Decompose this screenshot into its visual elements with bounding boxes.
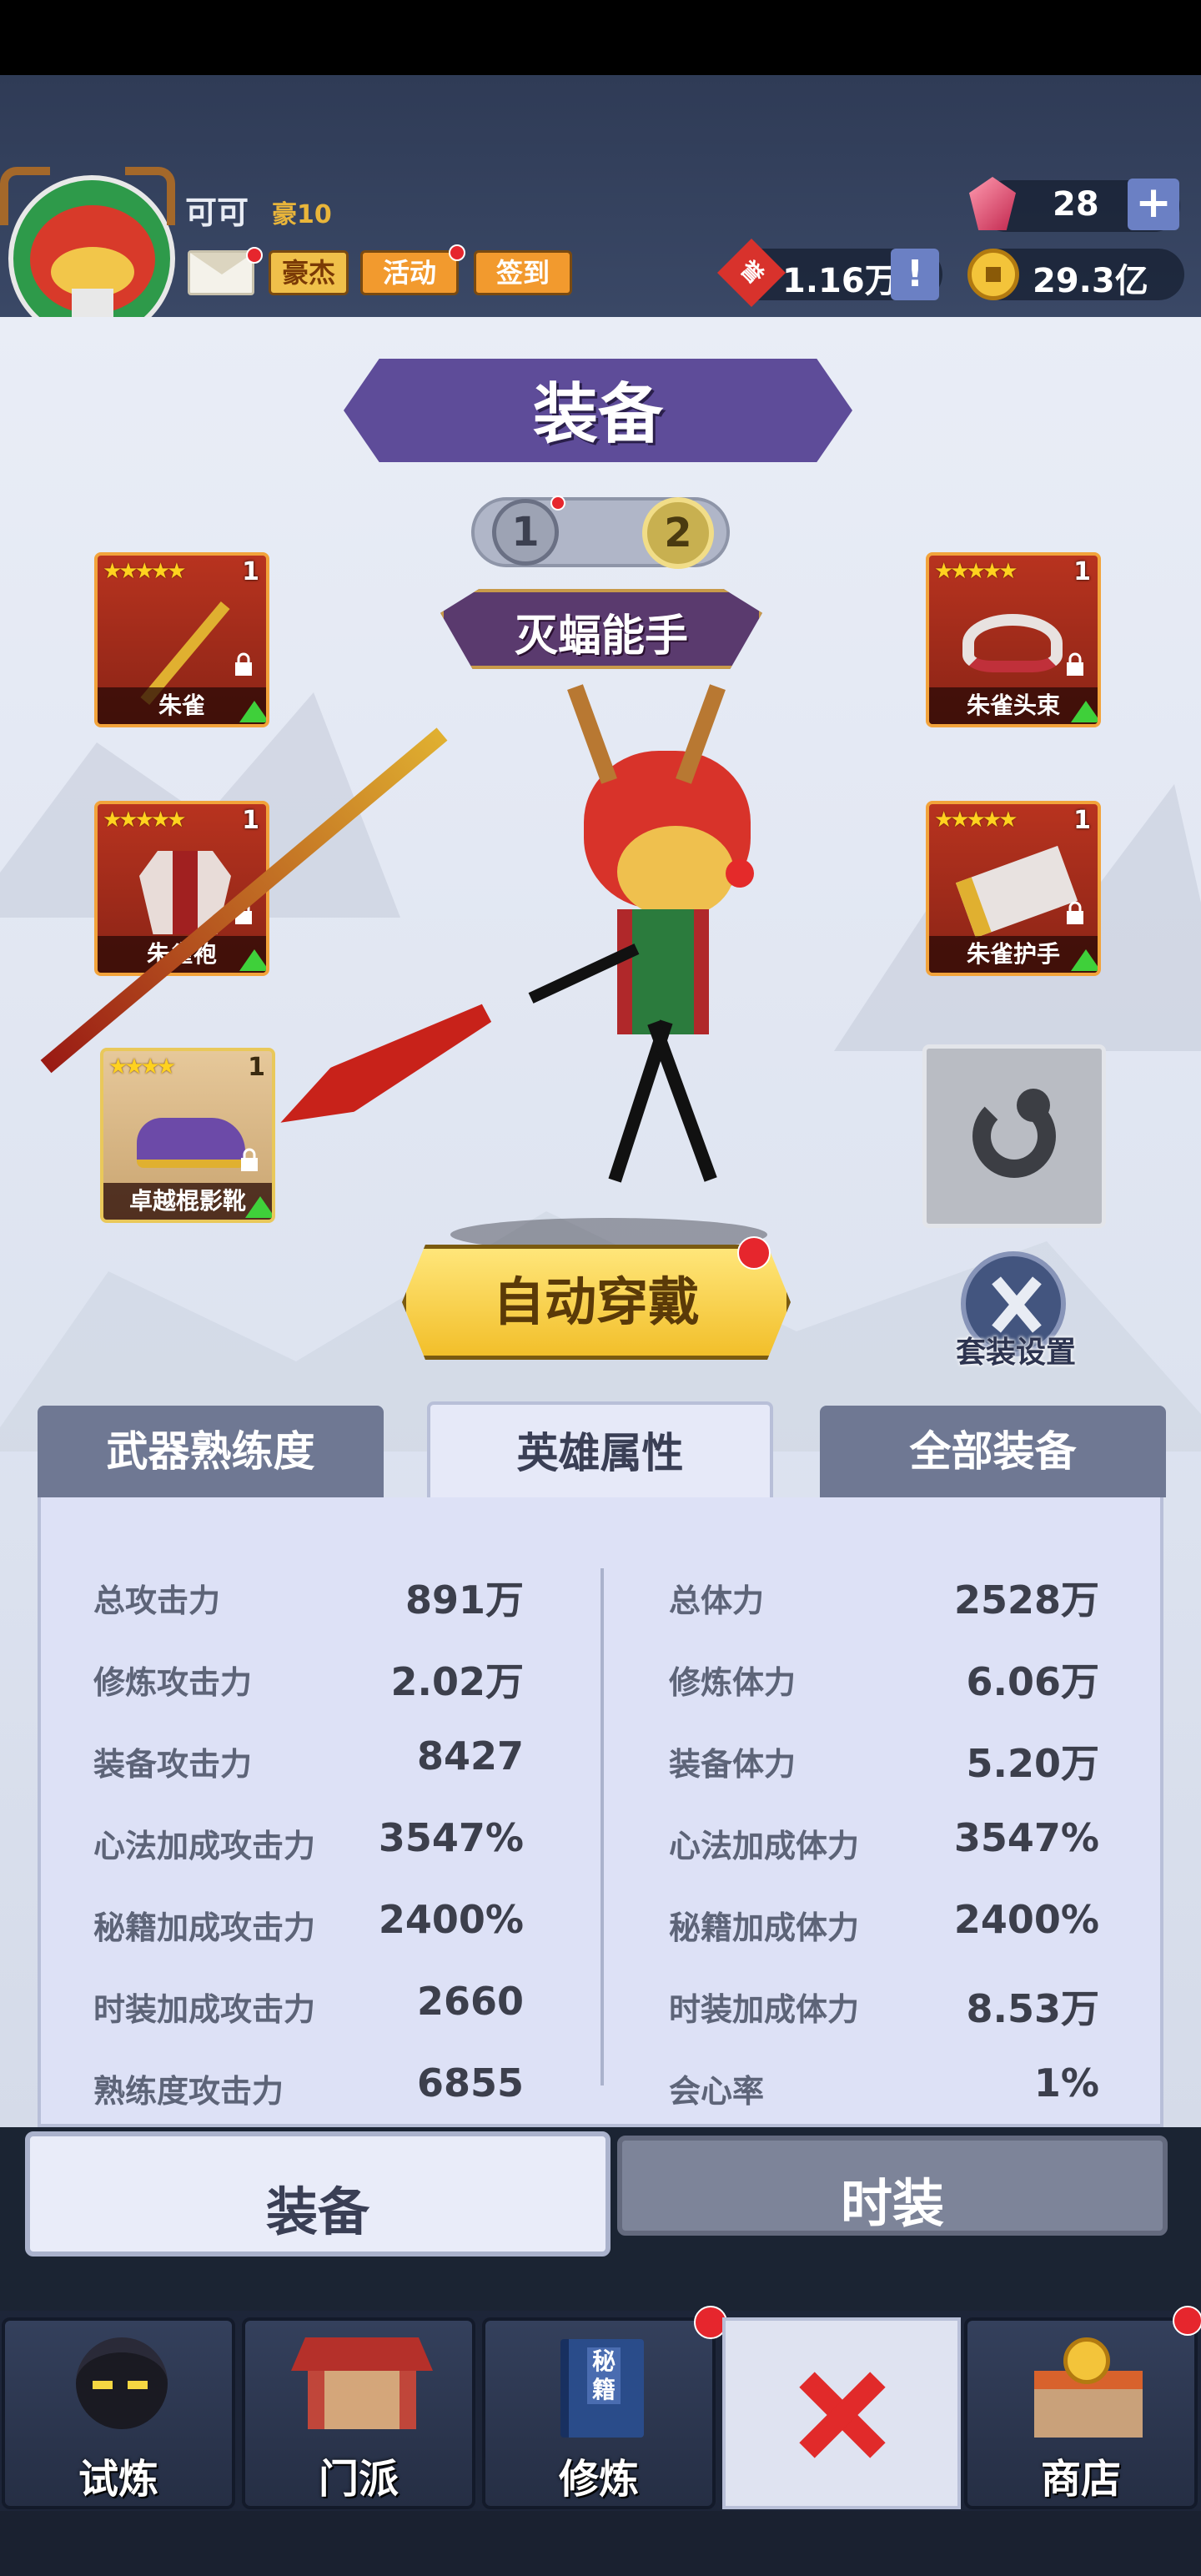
upgrade-arrow-icon: [239, 701, 266, 722]
stat-label: 会心率: [669, 2073, 765, 2110]
nav-equipment-active[interactable]: [722, 2317, 961, 2509]
lock-icon: [235, 652, 252, 676]
stat-label: 秘籍加成攻击力: [93, 1909, 316, 1946]
coin-sign-icon: [1063, 2337, 1110, 2384]
equipment-tab-label: 装备: [265, 2181, 369, 2242]
book-icon: 秘籍: [560, 2339, 644, 2438]
headband-icon: [962, 614, 1063, 672]
loadout-1-dot: [550, 496, 565, 511]
vip-level: 豪10: [272, 200, 332, 229]
checkin-button[interactable]: 签到: [474, 250, 572, 295]
gold-coin-icon: [967, 249, 1019, 300]
antler-icon: [0, 167, 50, 225]
stat-label: 装备攻击力: [93, 1746, 253, 1783]
upgrade-arrow-icon: [1071, 949, 1098, 971]
tab-all-equipment[interactable]: 全部装备: [820, 1406, 1166, 1497]
stat-label: 熟练度攻击力: [93, 2073, 284, 2110]
gems-count: 28: [1053, 185, 1099, 224]
stat-value: 8.53万: [966, 1986, 1100, 2031]
stat-value: 5.20万: [966, 1741, 1100, 1786]
hero-button[interactable]: 豪杰: [269, 250, 349, 295]
upgrade-arrow-icon: [239, 949, 266, 971]
activity-button[interactable]: 活动: [360, 250, 459, 295]
stat-label: 装备体力: [669, 1746, 796, 1783]
stat-value: 6855: [416, 2060, 524, 2106]
nav-bottom-strip: [0, 2511, 1201, 2576]
temple-icon: [291, 2337, 433, 2371]
stat-label: 总体力: [669, 1582, 765, 1619]
shop-notification-dot: [1173, 2306, 1201, 2336]
stat-value: 2660: [416, 1979, 524, 2024]
tab-hero-attributes[interactable]: 英雄属性: [427, 1401, 773, 1502]
empty-slot[interactable]: [922, 1044, 1106, 1228]
auto-equip-button[interactable]: 自动穿戴: [402, 1245, 791, 1360]
stat-value: 2400%: [378, 1897, 524, 1942]
stats-divider: [600, 1568, 604, 2085]
activity-notification-dot: [449, 244, 465, 261]
stat-label: 心法加成体力: [669, 1828, 860, 1864]
nav-sect[interactable]: 门派: [242, 2317, 475, 2509]
add-gems-button[interactable]: +: [1128, 179, 1179, 230]
lock-icon: [1067, 901, 1083, 924]
lock-icon: [241, 1148, 258, 1171]
stat-label: 时装加成攻击力: [93, 1991, 316, 2028]
mail-icon[interactable]: [188, 250, 254, 295]
page-title: 装备: [532, 377, 663, 452]
boots-slot[interactable]: ★★★★ 1 卓越棍影靴: [100, 1048, 275, 1223]
nav-trial[interactable]: 试炼: [2, 2317, 235, 2509]
antler-icon: [125, 167, 175, 225]
upgrade-arrow-icon: [1071, 701, 1098, 722]
stat-value: 1%: [1033, 2060, 1099, 2106]
hero-character: [40, 651, 926, 1251]
player-name: 可可: [185, 194, 249, 231]
gauntlet-icon: [955, 845, 1078, 938]
stat-value: 2.02万: [390, 1659, 525, 1704]
lock-icon: [1067, 652, 1083, 676]
head-slot[interactable]: ★★★★★ 1 朱雀头束: [926, 552, 1101, 727]
stat-label: 修炼体力: [669, 1664, 796, 1701]
mail-notification-dot: [246, 247, 263, 264]
honor-info-button[interactable]: !: [891, 249, 939, 300]
weapon-slot[interactable]: ★★★★★ 1 朱雀: [94, 552, 269, 727]
fashion-tab-label: 时装: [840, 2173, 944, 2234]
stat-label: 时装加成体力: [669, 1991, 860, 2028]
upgrade-arrow-icon: [245, 1196, 272, 1218]
hand-slot[interactable]: ★★★★★ 1 朱雀护手: [926, 801, 1101, 976]
stat-label: 秘籍加成体力: [669, 1909, 860, 1946]
stat-value: 3547%: [378, 1815, 524, 1860]
stat-label: 心法加成攻击力: [93, 1828, 316, 1864]
stat-value: 2528万: [953, 1577, 1099, 1623]
loadout-tab-2[interactable]: 2: [642, 497, 714, 569]
tab-weapon-mastery[interactable]: 武器熟练度: [38, 1406, 384, 1497]
ninja-icon: [76, 2337, 168, 2429]
nav-shop[interactable]: 商店: [964, 2317, 1198, 2509]
fashion-tab[interactable]: 时装: [617, 2136, 1168, 2236]
loadout-tab-1[interactable]: 1: [492, 499, 559, 566]
boot-icon: [137, 1118, 245, 1168]
set-settings-label: 套装设置: [955, 1336, 1076, 1370]
nav-cultivate[interactable]: 秘籍 修炼: [482, 2317, 716, 2509]
auto-equip-dot: [737, 1236, 771, 1270]
stat-value: 6.06万: [966, 1659, 1100, 1704]
equipment-tab[interactable]: 装备: [25, 2131, 611, 2257]
stat-label: 修炼攻击力: [93, 1664, 253, 1701]
gold-count: 29.3亿: [1033, 262, 1148, 300]
stat-label: 总攻击力: [93, 1582, 221, 1619]
stat-value: 891万: [405, 1577, 524, 1623]
stat-value: 8427: [416, 1733, 524, 1779]
honor-count: 1.16万: [782, 262, 898, 300]
status-bar: [0, 0, 1201, 75]
stat-value: 3547%: [953, 1815, 1099, 1860]
stat-value: 2400%: [953, 1897, 1099, 1942]
